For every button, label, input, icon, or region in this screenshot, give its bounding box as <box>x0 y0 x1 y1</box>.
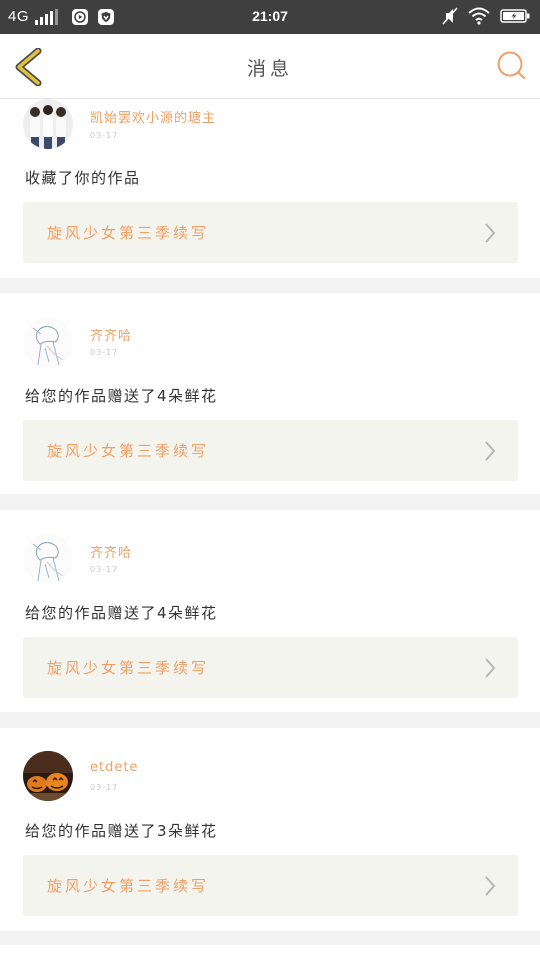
page-title: 消息 <box>246 58 293 80</box>
mute-icon <box>442 7 458 29</box>
user-name[interactable]: 凯始罢欢小源的瑭主 <box>90 107 216 126</box>
notification-date: 03-17 <box>90 131 119 140</box>
wifi-icon <box>468 7 490 29</box>
notification-date: 03-17 <box>90 348 119 357</box>
notification-text: 给您的作品赠送了4朵鲜花 <box>25 604 218 622</box>
status-bar: 4G 21:07 <box>0 0 540 34</box>
notification-date: 03-17 <box>90 565 119 574</box>
work-link[interactable]: 旋风少女第三季续写 <box>23 202 518 263</box>
status-right <box>442 7 530 29</box>
work-link[interactable]: 旋风少女第三季续写 <box>23 420 518 481</box>
avatar[interactable] <box>23 534 73 584</box>
chevron-right-icon <box>485 441 496 461</box>
avatar[interactable] <box>23 751 73 801</box>
search-icon <box>497 51 526 80</box>
work-link[interactable]: 旋风少女第三季续写 <box>23 855 518 916</box>
battery-icon <box>500 8 530 28</box>
work-title: 旋风少女第三季续写 <box>47 659 210 677</box>
work-link[interactable]: 旋风少女第三季续写 <box>23 637 518 698</box>
notification-text: 收藏了你的作品 <box>25 169 141 187</box>
notification-card: 凯始罢欢小源的瑭主 03-17 收藏了你的作品 旋风少女第三季续写 <box>0 99 540 278</box>
user-name[interactable]: etdete <box>90 760 138 775</box>
avatar[interactable] <box>23 99 73 149</box>
user-name[interactable]: 齐齐哈 <box>90 542 132 561</box>
chevron-right-icon <box>485 658 496 678</box>
header-bar: 消息 <box>0 34 540 99</box>
search-button[interactable] <box>496 50 526 80</box>
avatar[interactable] <box>23 318 73 368</box>
chevron-right-icon <box>485 223 496 243</box>
work-title: 旋风少女第三季续写 <box>47 224 210 242</box>
notification-card-partial <box>0 945 540 960</box>
notification-card: 齐齐哈 03-17 给您的作品赠送了4朵鲜花 旋风少女第三季续写 <box>0 510 540 712</box>
user-name[interactable]: 齐齐哈 <box>90 325 132 344</box>
notification-text: 给您的作品赠送了4朵鲜花 <box>25 387 218 405</box>
notification-date: 03-17 <box>90 783 119 792</box>
notification-card: 齐齐哈 03-17 给您的作品赠送了4朵鲜花 旋风少女第三季续写 <box>0 293 540 494</box>
notification-card: etdete 03-17 给您的作品赠送了3朵鲜花 旋风少女第三季续写 <box>0 728 540 931</box>
notification-text: 给您的作品赠送了3朵鲜花 <box>25 822 218 840</box>
work-title: 旋风少女第三季续写 <box>47 877 210 895</box>
chevron-right-icon <box>485 876 496 896</box>
work-title: 旋风少女第三季续写 <box>47 442 210 460</box>
